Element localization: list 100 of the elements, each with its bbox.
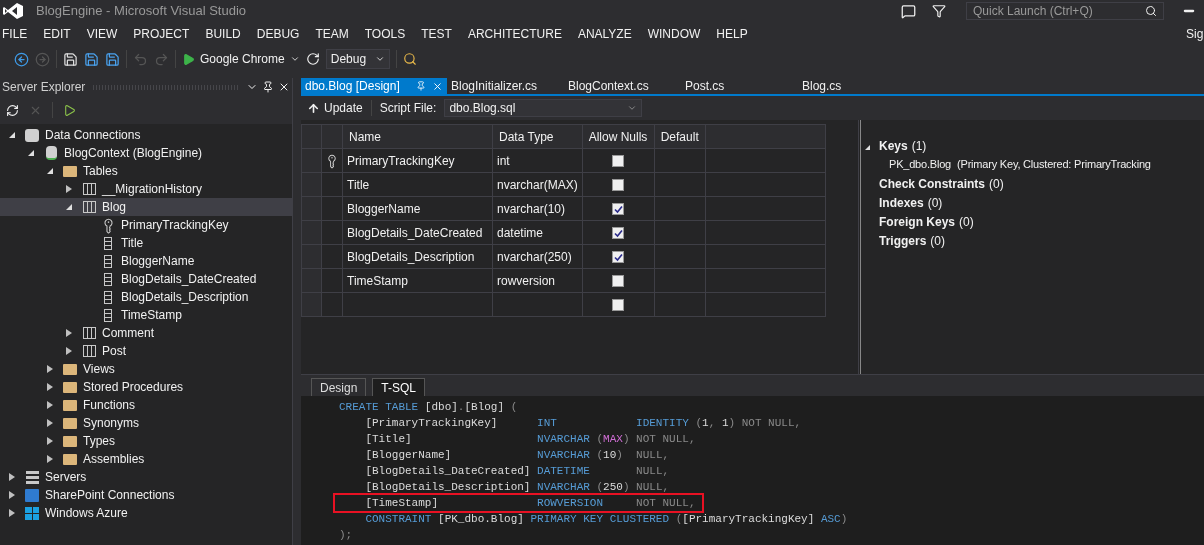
tree-item[interactable]: PrimaryTrackingKey — [0, 216, 292, 234]
menu-item[interactable]: VIEW — [78, 25, 126, 43]
feedback-icon[interactable] — [901, 3, 916, 19]
menu-item[interactable]: FILE — [0, 25, 36, 43]
collapsed-triangle-icon[interactable] — [9, 509, 15, 517]
tree-item[interactable]: BlogDetails_DateCreated — [0, 270, 292, 288]
tree-item[interactable]: Title — [0, 234, 292, 252]
tree-item[interactable]: BlogDetails_Description — [0, 288, 292, 306]
tree-item[interactable]: Data Connections — [0, 126, 292, 144]
column-header[interactable]: Data Type — [492, 124, 583, 149]
menu-item[interactable]: BUILD — [197, 25, 249, 43]
tree-label: SharePoint Connections — [45, 487, 175, 504]
document-tab[interactable]: BlogInitializer.cs — [447, 78, 564, 94]
collapsed-triangle-icon[interactable] — [47, 365, 53, 373]
expanded-triangle-icon[interactable] — [28, 150, 34, 156]
property-group-label[interactable]: Check Constraints — [879, 174, 986, 193]
column-header[interactable]: Default — [654, 124, 706, 149]
checkbox[interactable] — [612, 275, 625, 288]
collapsed-triangle-icon[interactable] — [66, 347, 72, 355]
configuration-dropdown[interactable]: Debug — [325, 49, 390, 69]
expanded-triangle-icon[interactable] — [47, 168, 53, 174]
collapsed-triangle-icon[interactable] — [47, 383, 53, 391]
property-group-label[interactable]: Triggers — [879, 231, 927, 250]
table-cell: BloggerName — [342, 196, 493, 221]
column-header[interactable]: Allow Nulls — [582, 124, 655, 149]
property-group-label[interactable]: Indexes — [879, 193, 924, 212]
search-icon — [1145, 5, 1157, 17]
tree-item[interactable]: TimeStamp — [0, 306, 292, 324]
tree-item[interactable]: BloggerName — [0, 252, 292, 270]
back-icon[interactable] — [14, 51, 29, 67]
menu-item[interactable]: TEST — [413, 25, 460, 43]
checkbox[interactable] — [612, 179, 625, 192]
tree-item[interactable]: Blog — [0, 198, 292, 216]
tree-item[interactable]: Comment — [0, 324, 292, 342]
key-name[interactable]: PK_dbo.Blog — [889, 156, 952, 173]
menu-item[interactable]: PROJECT — [125, 25, 198, 43]
property-group-label[interactable]: Foreign Keys — [879, 212, 956, 231]
refresh-icon[interactable] — [6, 103, 19, 117]
collapsed-triangle-icon[interactable] — [9, 473, 15, 481]
tree-item[interactable]: Stored Procedures — [0, 378, 292, 396]
refresh-icon[interactable] — [305, 52, 320, 66]
tree-item[interactable]: Post — [0, 342, 292, 360]
code-line: [BlogDetails_Description] NVARCHAR (250) NULL, — [364, 480, 670, 495]
checkbox[interactable] — [612, 227, 625, 240]
menu-item[interactable]: TOOLS — [356, 25, 414, 43]
tree-item[interactable]: Assemblies — [0, 450, 292, 468]
table-icon — [82, 345, 96, 357]
property-group-label[interactable]: Keys — [879, 136, 908, 155]
checkbox[interactable] — [612, 299, 625, 312]
tree-label: Post — [102, 343, 126, 360]
checkbox[interactable] — [612, 155, 625, 168]
quick-launch-field[interactable]: Quick Launch (Ctrl+Q) — [966, 2, 1164, 20]
collapsed-triangle-icon[interactable] — [66, 329, 72, 337]
save-icon[interactable] — [84, 51, 99, 67]
collapsed-triangle-icon[interactable] — [47, 419, 53, 427]
script-file-dropdown[interactable]: dbo.Blog.sql — [444, 99, 643, 117]
pane-tab[interactable]: T-SQL — [372, 378, 426, 396]
pane-tab[interactable]: Design — [311, 378, 367, 396]
checkbox[interactable] — [612, 203, 625, 216]
folder-icon — [63, 417, 77, 429]
table-icon — [82, 183, 96, 195]
collapsed-triangle-icon[interactable] — [47, 437, 53, 445]
checkbox[interactable] — [612, 251, 625, 264]
server-icon — [25, 470, 39, 484]
collapsed-triangle-icon[interactable] — [47, 455, 53, 463]
tree-item[interactable]: Synonyms — [0, 414, 292, 432]
tree-item[interactable]: BlogContext (BlogEngine) — [0, 144, 292, 162]
tree-label: BlogDetails_Description — [121, 289, 249, 306]
pin-icon[interactable] — [262, 81, 274, 93]
collapsed-triangle-icon[interactable] — [9, 491, 15, 499]
save-all-icon[interactable] — [105, 51, 120, 67]
filter-icon[interactable] — [932, 4, 946, 18]
menu-item[interactable]: WINDOW — [639, 25, 709, 43]
tree-item[interactable]: Servers — [0, 468, 292, 486]
document-tab[interactable]: BlogContext.cs — [564, 78, 681, 94]
tree-item[interactable]: Views — [0, 360, 292, 378]
tree-item[interactable]: SharePoint Connections — [0, 486, 292, 504]
update-button[interactable]: Update — [307, 99, 363, 117]
document-tab[interactable]: Blog.cs — [798, 78, 915, 94]
menu-item[interactable]: ANALYZE — [569, 25, 640, 43]
expanded-triangle-icon[interactable] — [9, 132, 15, 138]
menu-item[interactable]: DEBUG — [248, 25, 308, 43]
close-icon[interactable] — [278, 81, 290, 93]
find-icon[interactable] — [402, 52, 417, 66]
menu-item[interactable]: HELP — [708, 25, 756, 43]
expanded-triangle-icon[interactable] — [66, 204, 72, 210]
tree-item[interactable]: Tables — [0, 162, 292, 180]
tree-item[interactable]: Windows Azure — [0, 504, 292, 522]
tree-item[interactable]: Functions — [0, 396, 292, 414]
menu-item[interactable]: TEAM — [307, 25, 357, 43]
collapsed-triangle-icon[interactable] — [47, 401, 53, 409]
column-icon — [104, 236, 112, 250]
document-tab[interactable]: Post.cs — [681, 78, 798, 94]
expanded-triangle-icon[interactable] — [865, 144, 870, 150]
account-name[interactable]: Sig — [1186, 25, 1204, 43]
menu-item[interactable]: EDIT — [35, 25, 79, 43]
menu-item[interactable]: ARCHITECTURE — [459, 25, 570, 43]
tree-item[interactable]: Types — [0, 432, 292, 450]
run-button[interactable]: Google Chrome — [182, 50, 300, 68]
column-header[interactable]: Name — [342, 124, 493, 149]
